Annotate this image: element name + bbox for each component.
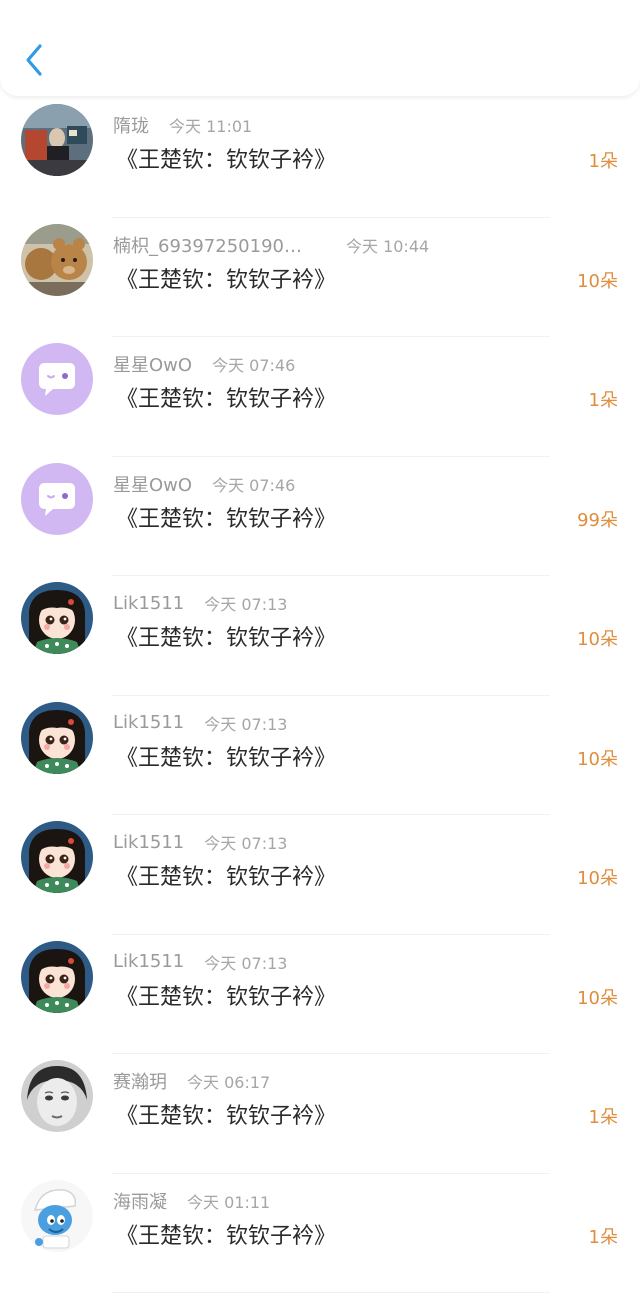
anime-girl-avatar bbox=[21, 940, 93, 1013]
anime-girl-avatar bbox=[21, 821, 93, 893]
username[interactable]: 隋珑 bbox=[113, 112, 149, 138]
timestamp: 今天 01:11 bbox=[187, 1192, 271, 1212]
timestamp: 今天 11:01 bbox=[169, 117, 253, 136]
gift-title: 《王楚钦：钦钦子衿》 bbox=[116, 984, 337, 1010]
timestamp: 今天 07:46 bbox=[212, 475, 296, 495]
username[interactable]: 楠枳_69397250190… bbox=[113, 232, 302, 258]
back-button[interactable] bbox=[18, 40, 50, 80]
avatar[interactable] bbox=[21, 1179, 93, 1252]
gift-count: 10朵 bbox=[577, 629, 618, 650]
list-item[interactable]: Lik1511 今天 07:13 《王楚钦：钦钦子衿》 10朵 bbox=[0, 695, 640, 815]
username[interactable]: Lik1511 bbox=[113, 593, 184, 614]
list-item[interactable]: 海雨凝 今天 01:11 《王楚钦：钦钦子衿》 1朵 bbox=[0, 1173, 640, 1293]
timestamp: 今天 10:44 bbox=[345, 236, 430, 256]
timestamp: 今天 06:17 bbox=[187, 1073, 271, 1092]
gift-count: 1朵 bbox=[588, 390, 618, 411]
anime-girl-avatar bbox=[21, 582, 93, 654]
list-item[interactable]: Lik1511 今天 07:13 《王楚钦：钦钦子衿》 10朵 bbox=[0, 576, 640, 696]
teddy-bear-avatar bbox=[21, 223, 93, 296]
username[interactable]: 赛瀚玥 bbox=[113, 1068, 167, 1094]
gift-count: 1朵 bbox=[588, 1226, 618, 1248]
list-item[interactable]: 隋珑 今天 11:01 《王楚钦：钦钦子衿》 1朵 bbox=[0, 98, 640, 218]
avatar[interactable] bbox=[21, 940, 93, 1013]
username[interactable]: Lik1511 bbox=[113, 832, 184, 853]
gift-title: 《王楚钦：钦钦子衿》 bbox=[116, 865, 337, 890]
photo-avatar-street bbox=[21, 104, 93, 176]
avatar[interactable] bbox=[21, 701, 93, 774]
avatar[interactable] bbox=[21, 462, 93, 535]
timestamp: 今天 07:13 bbox=[204, 953, 288, 973]
gift-title: 《王楚钦：钦钦子衿》 bbox=[116, 745, 337, 771]
list-item[interactable]: 星星OwO 今天 07:46 《王楚钦：钦钦子衿》 1朵 bbox=[0, 337, 640, 457]
avatar[interactable] bbox=[21, 223, 93, 296]
avatar[interactable] bbox=[21, 821, 93, 893]
timestamp: 今天 07:13 bbox=[204, 595, 288, 614]
gift-count: 1朵 bbox=[588, 1107, 618, 1128]
username[interactable]: 星星OwO bbox=[113, 471, 192, 497]
gift-title: 《王楚钦：钦钦子衿》 bbox=[116, 267, 337, 293]
gift-title: 《王楚钦：钦钦子衿》 bbox=[116, 148, 337, 173]
default-chat-bubble-avatar bbox=[21, 343, 93, 415]
avatar[interactable] bbox=[21, 1060, 93, 1132]
gift-title: 《王楚钦：钦钦子衿》 bbox=[116, 387, 337, 412]
gift-count: 10朵 bbox=[577, 270, 618, 292]
list-item[interactable]: 楠枳_69397250190… 今天 10:44 《王楚钦：钦钦子衿》 10朵 bbox=[0, 217, 640, 337]
gift-title: 《王楚钦：钦钦子衿》 bbox=[116, 626, 337, 651]
anime-girl-avatar bbox=[21, 701, 93, 774]
chevron-left-icon bbox=[26, 44, 42, 76]
timestamp: 今天 07:13 bbox=[204, 714, 288, 734]
gift-count: 10朵 bbox=[577, 868, 618, 889]
avatar[interactable] bbox=[21, 104, 93, 176]
default-chat-bubble-avatar bbox=[21, 462, 93, 535]
gift-count: 1朵 bbox=[588, 151, 618, 172]
username[interactable]: 星星OwO bbox=[113, 351, 192, 377]
timestamp: 今天 07:13 bbox=[204, 834, 288, 853]
list-item[interactable]: 赛瀚玥 今天 06:17 《王楚钦：钦钦子衿》 1朵 bbox=[0, 1054, 640, 1174]
gift-record-list: 隋珑 今天 11:01 《王楚钦：钦钦子衿》 1朵 楠枳_69397250190… bbox=[0, 98, 640, 1293]
list-item[interactable]: 星星OwO 今天 07:46 《王楚钦：钦钦子衿》 99朵 bbox=[0, 456, 640, 576]
avatar[interactable] bbox=[21, 582, 93, 654]
gift-title: 《王楚钦：钦钦子衿》 bbox=[116, 1104, 337, 1129]
vintage-portrait-avatar bbox=[21, 1060, 93, 1132]
username[interactable]: Lik1511 bbox=[113, 712, 184, 733]
list-item[interactable]: Lik1511 今天 07:13 《王楚钦：钦钦子衿》 10朵 bbox=[0, 934, 640, 1054]
top-bar bbox=[0, 0, 640, 96]
gift-count: 10朵 bbox=[577, 748, 618, 770]
gift-title: 《王楚钦：钦钦子衿》 bbox=[116, 1223, 337, 1249]
username[interactable]: 海雨凝 bbox=[113, 1188, 167, 1214]
gift-count: 10朵 bbox=[577, 987, 618, 1009]
avatar[interactable] bbox=[21, 343, 93, 415]
list-item[interactable]: Lik1511 今天 07:13 《王楚钦：钦钦子衿》 10朵 bbox=[0, 815, 640, 935]
username[interactable]: Lik1511 bbox=[113, 951, 184, 972]
gift-title: 《王楚钦：钦钦子衿》 bbox=[116, 506, 337, 532]
gift-count: 99朵 bbox=[577, 509, 618, 531]
smurf-avatar bbox=[21, 1179, 93, 1252]
timestamp: 今天 07:46 bbox=[212, 356, 296, 375]
